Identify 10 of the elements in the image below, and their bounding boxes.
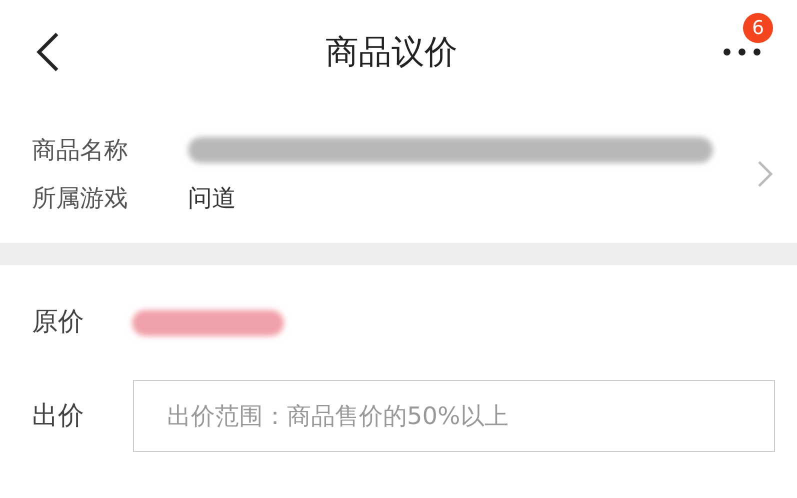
- field-label: 出价: [32, 400, 85, 432]
- back-icon[interactable]: [34, 31, 60, 73]
- notification-badge: 6: [743, 13, 773, 43]
- page-title: 商品议价: [326, 31, 458, 74]
- field-label: 原价: [32, 306, 85, 339]
- offer-input-field[interactable]: 出价范围：商品售价的50%以上: [133, 380, 775, 452]
- field-value: 问道: [188, 182, 236, 214]
- field-label: 所属游戏: [32, 182, 129, 214]
- field-label: 商品名称: [32, 134, 129, 166]
- more-icon[interactable]: [723, 48, 761, 56]
